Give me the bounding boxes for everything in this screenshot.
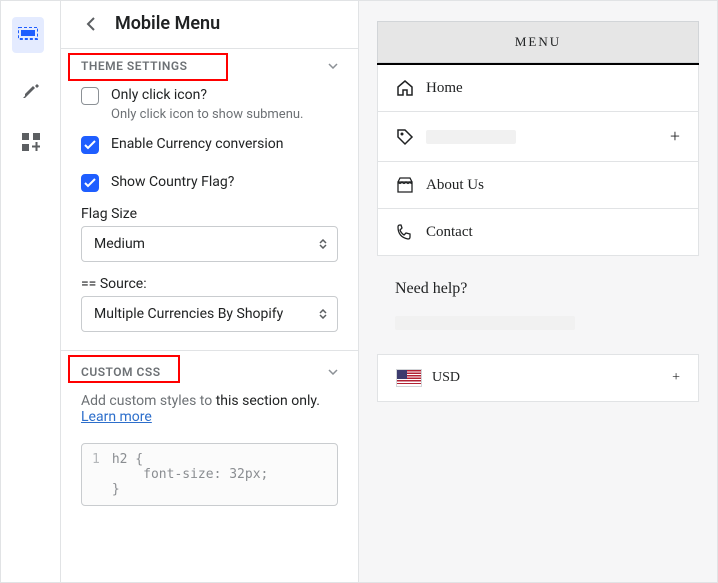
menu-item-label: Contact (426, 224, 473, 241)
code-content: h2 { font-size: 32px; } (112, 452, 269, 497)
plus-icon: + (670, 126, 680, 147)
source-value: Multiple Currencies By Shopify (94, 306, 283, 322)
blurred-text (395, 316, 575, 330)
flag-size-label: Flag Size (81, 206, 338, 222)
source-field: == Source: Multiple Currencies By Shopif… (81, 276, 338, 332)
country-flag-checkbox[interactable] (81, 174, 99, 192)
chevron-down-icon (328, 369, 338, 375)
country-flag-label: Show Country Flag? (111, 174, 234, 190)
need-help-text: Need help? (377, 256, 699, 302)
select-arrows-icon (319, 309, 327, 319)
nav-theme[interactable] (19, 78, 43, 102)
flag-size-select[interactable]: Medium (81, 226, 338, 262)
flag-size-value: Medium (94, 236, 145, 252)
menu-item-about[interactable]: About Us (377, 162, 699, 209)
currency-option[interactable]: Enable Currency conversion (81, 136, 338, 154)
left-nav (1, 1, 61, 582)
menu-header: MENU (377, 21, 699, 63)
brush-icon (21, 80, 41, 100)
select-arrows-icon (319, 239, 327, 249)
menu-item-label: Home (426, 80, 463, 97)
us-flag-icon (396, 369, 422, 387)
source-select[interactable]: Multiple Currencies By Shopify (81, 296, 338, 332)
menu-item-contact[interactable]: Contact (377, 209, 699, 256)
menu-item-home[interactable]: Home (377, 65, 699, 112)
nav-apps[interactable] (19, 130, 43, 154)
store-icon (396, 176, 414, 194)
apps-icon (22, 133, 40, 151)
custom-css-header[interactable]: CUSTOM CSS (61, 351, 358, 393)
custom-css-helper: Add custom styles to this section only. … (81, 393, 338, 435)
custom-css-editor[interactable]: 1 h2 { font-size: 32px; } (81, 443, 338, 506)
currency-label: Enable Currency conversion (111, 136, 283, 152)
chevron-down-icon (328, 63, 338, 69)
custom-css-label: CUSTOM CSS (81, 365, 161, 379)
currency-code: USD (432, 370, 460, 386)
currency-selector[interactable]: USD + (377, 354, 699, 402)
only-click-label: Only click icon? (111, 87, 303, 103)
home-icon (396, 79, 414, 97)
check-icon (84, 140, 96, 150)
sidebar-title: Mobile Menu (115, 13, 220, 34)
sections-icon (18, 27, 38, 43)
blurred-text (426, 130, 516, 144)
check-icon (84, 178, 96, 188)
back-button[interactable] (81, 14, 101, 34)
chevron-left-icon (86, 16, 96, 32)
flag-size-field: Flag Size Medium (81, 206, 338, 262)
phone-icon (396, 223, 414, 241)
learn-more-link[interactable]: Learn more (81, 409, 152, 425)
code-gutter: 1 (92, 452, 100, 497)
sidebar: Mobile Menu THEME SETTINGS Only click ic… (61, 1, 359, 582)
source-label: == Source: (81, 276, 338, 292)
theme-settings-header[interactable]: THEME SETTINGS (61, 49, 358, 83)
menu-item-blurred[interactable]: + (377, 112, 699, 162)
menu-item-label: About Us (426, 177, 484, 194)
only-click-checkbox[interactable] (81, 87, 99, 105)
theme-settings-label: THEME SETTINGS (81, 59, 187, 73)
tag-icon (396, 128, 414, 146)
only-click-option[interactable]: Only click icon? Only click icon to show… (81, 87, 338, 122)
theme-settings-body: Only click icon? Only click icon to show… (61, 83, 358, 350)
only-click-helper: Only click icon to show submenu. (111, 107, 303, 122)
plus-icon: + (672, 370, 680, 386)
currency-checkbox[interactable] (81, 136, 99, 154)
nav-sections[interactable] (19, 26, 43, 50)
country-flag-option[interactable]: Show Country Flag? (81, 174, 338, 192)
preview-pane: MENU Home + About Us Contact Need help? … (359, 1, 717, 582)
